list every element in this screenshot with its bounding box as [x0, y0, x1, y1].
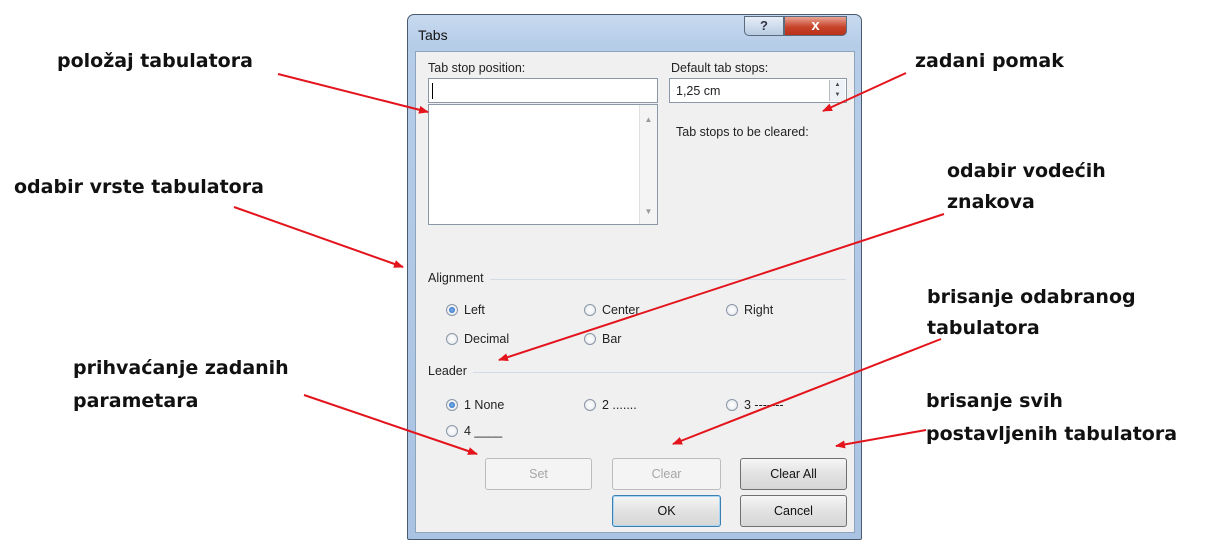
spin-up-icon[interactable]: ▲	[830, 80, 845, 90]
annotation-tab-type: odabir vrste tabulatora	[14, 176, 264, 198]
annotation-accept-line2: parametara	[73, 390, 199, 412]
radio-icon	[446, 425, 458, 437]
radio-icon	[446, 333, 458, 345]
help-icon: ?	[760, 18, 768, 33]
annotation-tab-position: položaj tabulatora	[57, 50, 253, 72]
tab-stop-position-input[interactable]	[428, 78, 658, 103]
title-bar[interactable]: Tabs ? x	[408, 15, 861, 51]
default-tab-stops-input[interactable]: 1,25 cm ▲ ▼	[669, 78, 847, 103]
alignment-decimal-label: Decimal	[464, 332, 510, 346]
arrow-tab-position	[277, 73, 429, 114]
close-button[interactable]: x	[784, 16, 847, 36]
alignment-center-label: Center	[602, 303, 640, 317]
leader-underline-label: 4 ____	[464, 424, 503, 438]
leader-title: Leader	[428, 364, 473, 378]
tab-stop-position-label: Tab stop position:	[428, 61, 526, 75]
leader-divider	[428, 372, 846, 373]
ok-button[interactable]: OK	[612, 495, 721, 527]
arrow-tab-type	[233, 206, 404, 268]
scroll-down-icon[interactable]: ▼	[640, 207, 657, 216]
set-button[interactable]: Set	[485, 458, 592, 490]
alignment-divider	[428, 279, 846, 280]
alignment-bar-label: Bar	[602, 332, 622, 346]
spinner[interactable]: ▲ ▼	[829, 80, 845, 101]
radio-icon	[584, 399, 596, 411]
annotation-clear-selected-line2: tabulatora	[927, 317, 1040, 339]
tab-stop-list-scrollbar[interactable]: ▲ ▼	[639, 105, 657, 224]
dialog-body: Tab stop position: ▲ ▼ Default tab stops…	[415, 51, 855, 533]
leader-none-radio[interactable]: 1 None	[446, 398, 504, 412]
radio-selected-icon	[446, 399, 458, 411]
annotation-accept-line1: prihvaćanje zadanih	[73, 357, 289, 379]
leader-dashes-radio[interactable]: 3 -------	[726, 398, 784, 412]
alignment-decimal-radio[interactable]: Decimal	[446, 332, 509, 346]
alignment-left-label: Left	[464, 303, 485, 317]
spin-down-icon[interactable]: ▼	[830, 90, 845, 100]
radio-icon	[726, 399, 738, 411]
cancel-button[interactable]: Cancel	[740, 495, 847, 527]
leader-dashes-label: 3 -------	[744, 398, 784, 412]
leader-dots-radio[interactable]: 2 .......	[584, 398, 637, 412]
leader-none-label: 1 None	[464, 398, 505, 412]
text-caret	[432, 83, 433, 99]
tab-stops-cleared-label: Tab stops to be cleared:	[676, 125, 809, 139]
default-tab-stops-label: Default tab stops:	[671, 61, 769, 75]
annotation-clear-all-line1: brisanje svih	[926, 390, 1063, 412]
help-button[interactable]: ?	[744, 16, 784, 36]
alignment-bar-radio[interactable]: Bar	[584, 332, 621, 346]
annotation-clear-selected-line1: brisanje odabranog	[927, 286, 1136, 308]
dialog-title: Tabs	[418, 27, 448, 43]
annotation-leader-line1: odabir vodećih	[947, 160, 1106, 182]
alignment-right-label: Right	[744, 303, 774, 317]
tabs-dialog: Tabs ? x Tab stop position: ▲ ▼ Default …	[407, 14, 862, 540]
leader-dots-label: 2 .......	[602, 398, 637, 412]
annotation-default-offset: zadani pomak	[915, 50, 1064, 72]
radio-icon	[726, 304, 738, 316]
alignment-center-radio[interactable]: Center	[584, 303, 640, 317]
alignment-right-radio[interactable]: Right	[726, 303, 773, 317]
radio-selected-icon	[446, 304, 458, 316]
leader-underline-radio[interactable]: 4 ____	[446, 424, 502, 438]
default-tab-stops-value: 1,25 cm	[676, 84, 721, 98]
radio-icon	[584, 333, 596, 345]
annotation-clear-all-line2: postavljenih tabulatora	[926, 423, 1178, 445]
tab-stop-list[interactable]: ▲ ▼	[428, 104, 658, 225]
clear-button[interactable]: Clear	[612, 458, 721, 490]
scroll-up-icon[interactable]: ▲	[640, 115, 657, 124]
close-icon: x	[811, 17, 820, 34]
alignment-title: Alignment	[428, 271, 490, 285]
clear-all-button[interactable]: Clear All	[740, 458, 847, 490]
annotation-leader-line2: znakova	[947, 191, 1035, 213]
alignment-left-radio[interactable]: Left	[446, 303, 485, 317]
radio-icon	[584, 304, 596, 316]
